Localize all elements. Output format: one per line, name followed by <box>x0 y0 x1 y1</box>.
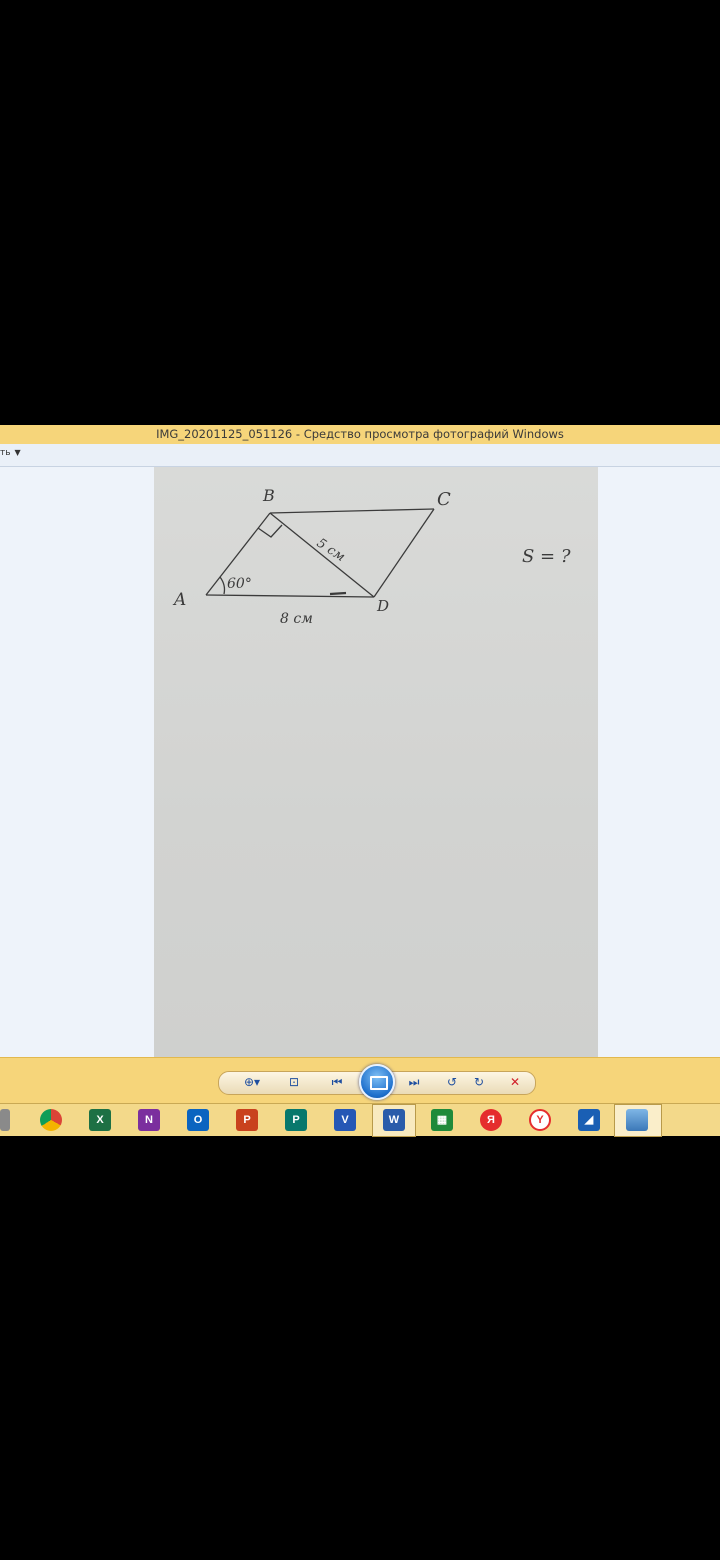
outlook-icon[interactable]: O <box>187 1109 209 1131</box>
photo-viewer-window: IMG_20201125_051126 - Средство просмотра… <box>0 425 720 1137</box>
vertex-b: B <box>262 486 275 505</box>
excel-icon[interactable]: X <box>89 1109 111 1131</box>
ad-length-label: 8 см <box>280 611 313 627</box>
taskbar: X N O P P V W ▦ Я Y ◢ <box>0 1103 720 1137</box>
visio-icon[interactable]: V <box>334 1109 356 1131</box>
partial-app-icon[interactable] <box>0 1109 10 1131</box>
store-icon[interactable]: ▦ <box>431 1109 453 1131</box>
onenote-icon[interactable]: N <box>138 1109 160 1131</box>
vertex-d: D <box>376 597 389 615</box>
next-icon[interactable]: ⏭ <box>403 1072 425 1092</box>
photo-viewer-icon[interactable] <box>626 1109 648 1131</box>
window-title: IMG_20201125_051126 - Средство просмотра… <box>0 425 720 444</box>
rotate-cw-icon[interactable]: ↻ <box>468 1072 490 1092</box>
right-angle-mark <box>257 524 283 538</box>
bd-length-label: 5 см <box>314 536 348 565</box>
yandex-icon[interactable]: Я <box>480 1109 502 1131</box>
vertex-c: C <box>437 489 451 510</box>
menu-open-label: ть <box>0 448 11 458</box>
diagonal-bd <box>269 512 375 598</box>
photo: B C A D 60° 5 см 8 см S = ? <box>154 467 598 1057</box>
chrome-icon[interactable] <box>40 1109 62 1131</box>
slideshow-icon[interactable] <box>359 1064 395 1100</box>
side-bc <box>269 508 435 514</box>
angle-label: 60° <box>227 576 252 592</box>
geometry-drawing: B C A D 60° 5 см 8 см S = ? <box>172 486 571 627</box>
previous-icon[interactable]: ⏮ <box>326 1072 348 1092</box>
powerpoint-icon[interactable]: P <box>236 1109 258 1131</box>
zoom-icon[interactable]: ⊕▾ <box>238 1072 266 1092</box>
rotate-ccw-icon[interactable]: ↺ <box>441 1072 463 1092</box>
chevron-down-icon: ▼ <box>14 448 21 457</box>
yandex-browser-icon[interactable]: Y <box>529 1109 551 1131</box>
vertex-a: A <box>172 590 186 610</box>
menu-bar: ть ▼ <box>0 444 720 467</box>
side-ad <box>205 594 375 598</box>
image-viewport: B C A D 60° 5 см 8 см S = ? <box>0 467 720 1057</box>
fit-window-icon[interactable]: ⊡ <box>283 1072 305 1092</box>
side-cd <box>373 508 435 598</box>
tick-mark <box>329 591 347 596</box>
area-question: S = ? <box>522 546 571 567</box>
publisher-icon[interactable]: P <box>285 1109 307 1131</box>
angle-arc <box>219 576 226 595</box>
menu-open[interactable]: ть ▼ <box>0 448 21 458</box>
word-icon[interactable]: W <box>383 1109 405 1131</box>
delete-icon[interactable]: ✕ <box>504 1072 526 1092</box>
viewer-controls: ⊕▾ ⊡ ⏮ ⏭ ↺ ↻ ✕ <box>0 1057 720 1104</box>
app-icon[interactable]: ◢ <box>578 1109 600 1131</box>
